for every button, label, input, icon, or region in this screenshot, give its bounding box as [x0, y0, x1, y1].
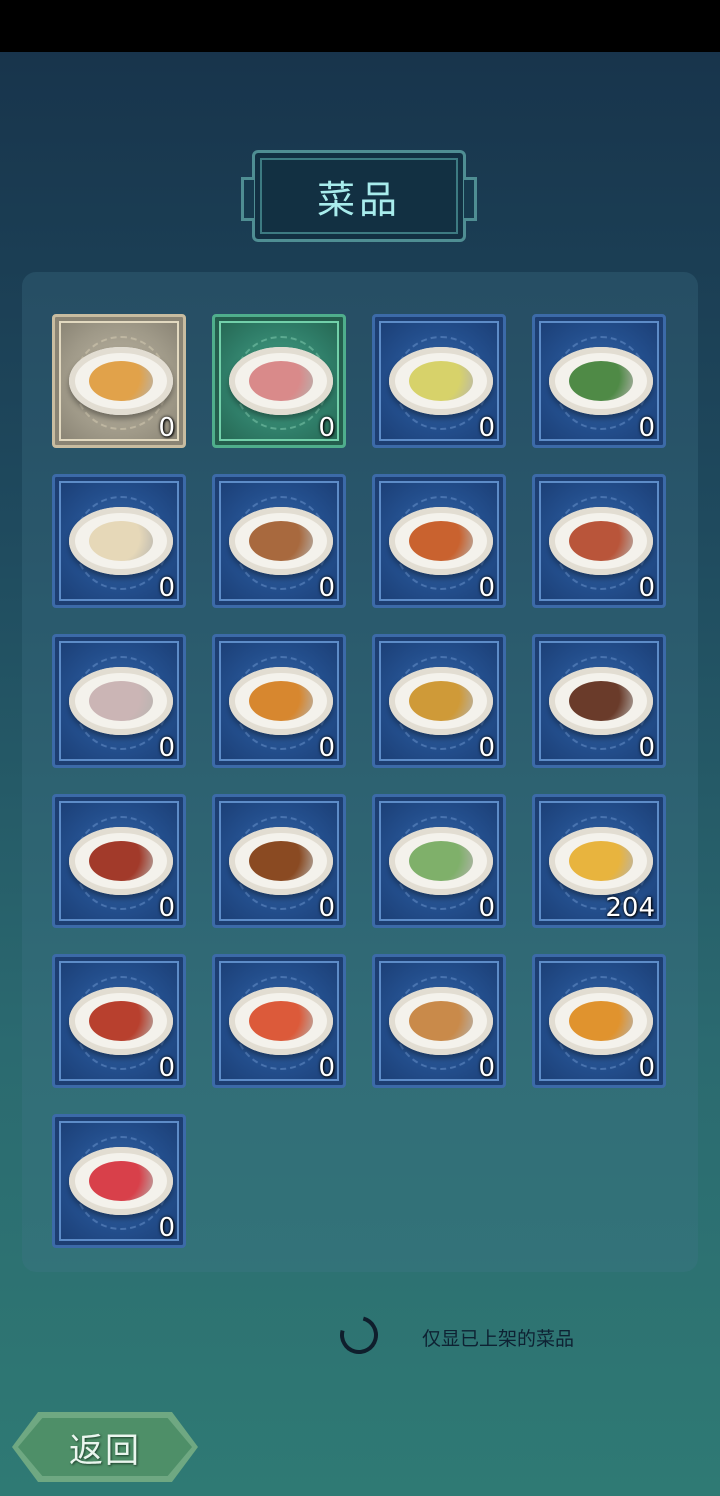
- dish-card[interactable]: 0: [52, 474, 186, 608]
- filter-hint-label: 仅显已上架的菜品: [422, 1328, 575, 1350]
- loading-spinner-icon[interactable]: [333, 1309, 385, 1361]
- dish-count: 0: [158, 733, 175, 763]
- peanut-chicken-dish-icon: [409, 681, 473, 721]
- dish-card[interactable]: 0: [212, 314, 346, 448]
- dish-count: 0: [478, 1053, 495, 1083]
- dish-count: 0: [478, 733, 495, 763]
- dish-count: 0: [318, 413, 335, 443]
- teapot-icon: [249, 521, 313, 561]
- dish-card[interactable]: 0: [52, 1114, 186, 1248]
- bok-choy-dish-icon: [409, 841, 473, 881]
- dish-count: 0: [318, 733, 335, 763]
- dish-card[interactable]: 0: [212, 794, 346, 928]
- braised-pork-dish-icon: [89, 841, 153, 881]
- cabbage-dish-icon: [89, 521, 153, 561]
- dish-count: 0: [638, 733, 655, 763]
- dish-count: 0: [158, 1053, 175, 1083]
- dish-count: 204: [605, 893, 655, 923]
- rice-cake-leaf-icon: [569, 681, 633, 721]
- scrambled-egg-dish-icon: [89, 361, 153, 401]
- dish-card[interactable]: 0: [212, 954, 346, 1088]
- dish-card[interactable]: 0: [372, 954, 506, 1088]
- page-title: 菜品: [316, 177, 401, 222]
- dish-count: 0: [478, 893, 495, 923]
- dish-count: 0: [318, 893, 335, 923]
- watermelon-fruit-bowl-icon: [89, 1161, 153, 1201]
- fried-cake-dish-icon: [569, 1001, 633, 1041]
- dish-card[interactable]: 0: [372, 634, 506, 768]
- dish-card[interactable]: 0: [52, 314, 186, 448]
- dish-count: 0: [638, 1053, 655, 1083]
- dish-card[interactable]: 204: [532, 794, 666, 928]
- hot-pot-icon: [89, 1001, 153, 1041]
- dish-count: 0: [478, 413, 495, 443]
- skewers-icon: [249, 681, 313, 721]
- back-button[interactable]: 返回: [12, 1412, 198, 1482]
- dish-count: 0: [478, 573, 495, 603]
- status-bar: [0, 0, 720, 52]
- stuffed-tofu-dish-icon: [569, 841, 633, 881]
- shrimp-dish-icon: [249, 1001, 313, 1041]
- dish-card[interactable]: 0: [532, 314, 666, 448]
- dish-count: 0: [638, 413, 655, 443]
- dish-card[interactable]: 0: [532, 634, 666, 768]
- dish-card[interactable]: 0: [52, 634, 186, 768]
- pepper-pork-dish-icon: [409, 1001, 473, 1041]
- dish-card[interactable]: 0: [212, 634, 346, 768]
- dish-count: 0: [318, 1053, 335, 1083]
- dish-card[interactable]: 0: [372, 474, 506, 608]
- dish-count: 0: [158, 573, 175, 603]
- dish-card[interactable]: 0: [372, 314, 506, 448]
- stir-fry-dish-icon: [569, 521, 633, 561]
- title-plaque: 菜品: [241, 150, 477, 242]
- dish-grid: 0 0 0 0 0 0 0 0 0 0 0 0 0 0 0 204 0 0 0 0 0: [52, 314, 672, 1254]
- dish-card[interactable]: 0: [52, 794, 186, 928]
- dish-count: 0: [318, 573, 335, 603]
- dish-count: 0: [158, 1213, 175, 1243]
- dish-card[interactable]: 0: [212, 474, 346, 608]
- dish-count: 0: [158, 413, 175, 443]
- dish-count: 0: [158, 893, 175, 923]
- dish-card[interactable]: 0: [532, 474, 666, 608]
- meatball-dish-icon: [249, 841, 313, 881]
- cucumber-egg-dish-icon: [409, 361, 473, 401]
- dish-card[interactable]: 0: [532, 954, 666, 1088]
- soup-bowl-icon: [249, 361, 313, 401]
- kung-pao-dish-icon: [409, 521, 473, 561]
- dish-card[interactable]: 0: [52, 954, 186, 1088]
- back-button-label: 返回: [69, 1430, 141, 1471]
- dish-count: 0: [638, 573, 655, 603]
- dish-card[interactable]: 0: [372, 794, 506, 928]
- green-vegetable-soup-icon: [569, 361, 633, 401]
- tofu-platter-icon: [89, 681, 153, 721]
